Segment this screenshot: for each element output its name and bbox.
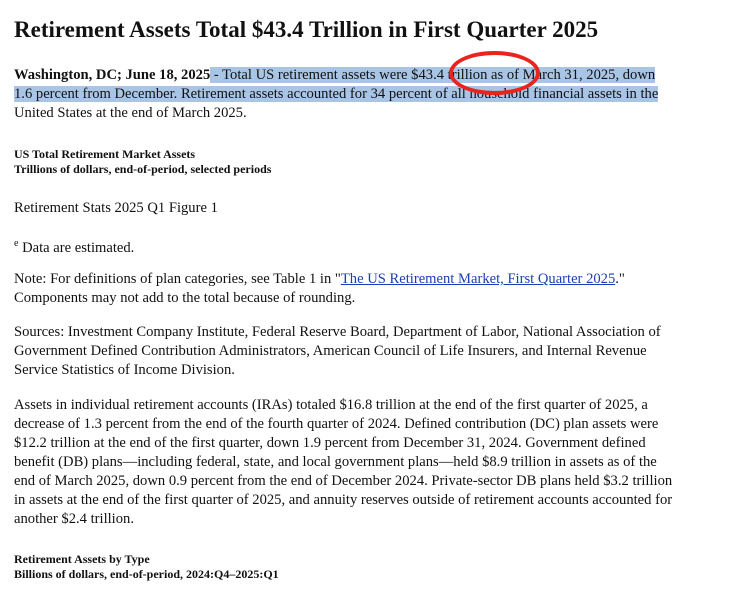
selected-text-line-2: 1.6 percent from December. Retirement as… — [14, 86, 659, 102]
page-title: Retirement Assets Total $43.4 Trillion i… — [14, 17, 599, 42]
figure1-heading: US Total Retirement Market Assets — [14, 147, 196, 161]
lead-line-3: United States at the end of March 2025. — [14, 105, 247, 121]
body-line-2: decrease of 1.3 percent from the end of … — [14, 416, 659, 432]
report-link[interactable]: The US Retirement Market, First Quarter … — [341, 271, 615, 287]
note-suffix: ." — [615, 271, 625, 287]
dateline: Washington, DC; June 18, 2025 — [14, 67, 211, 83]
estimated-note: e Data are estimated. — [14, 234, 134, 258]
sources-line-1: Sources: Investment Company Institute, F… — [14, 324, 661, 340]
figure2-subheading: Billions of dollars, end-of-period, 2024… — [14, 567, 279, 581]
body-paragraph: Assets in individual retirement accounts… — [14, 396, 672, 529]
document-page: Retirement Assets Total $43.4 Trillion i… — [0, 0, 753, 598]
note-prefix: Note: For definitions of plan categories… — [14, 271, 341, 287]
body-line-4: benefit (DB) plans—including federal, st… — [14, 454, 657, 470]
sources-paragraph: Sources: Investment Company Institute, F… — [14, 323, 661, 380]
figure2-heading: Retirement Assets by Type — [14, 552, 150, 566]
figure1-subheading: Trillions of dollars, end-of-period, sel… — [14, 162, 272, 176]
body-line-1: Assets in individual retirement accounts… — [14, 397, 648, 413]
body-line-7: another $2.4 trillion. — [14, 511, 134, 527]
sources-line-2: Government Defined Contribution Administ… — [14, 343, 647, 359]
body-line-5: end of March 2025, down 0.9 percent from… — [14, 473, 673, 489]
note-paragraph: Note: For definitions of plan categories… — [14, 270, 625, 308]
estimated-note-text: Data are estimated. — [18, 239, 135, 256]
body-line-3: $12.2 trillion at the end of the first q… — [14, 435, 646, 451]
note-line-2: Components may not add to the total beca… — [14, 290, 356, 306]
lead-paragraph: Washington, DC; June 18, 2025 - Total US… — [14, 66, 659, 123]
red-circle-annotation — [449, 51, 540, 95]
selected-text-line-1: - Total US retirement assets were $43.4 … — [210, 67, 656, 83]
sources-line-3: Service Statistics of Income Division. — [14, 362, 235, 378]
figure1-caption: Retirement Stats 2025 Q1 Figure 1 — [14, 200, 218, 216]
body-line-6: in assets at the end of the first quarte… — [14, 492, 673, 508]
